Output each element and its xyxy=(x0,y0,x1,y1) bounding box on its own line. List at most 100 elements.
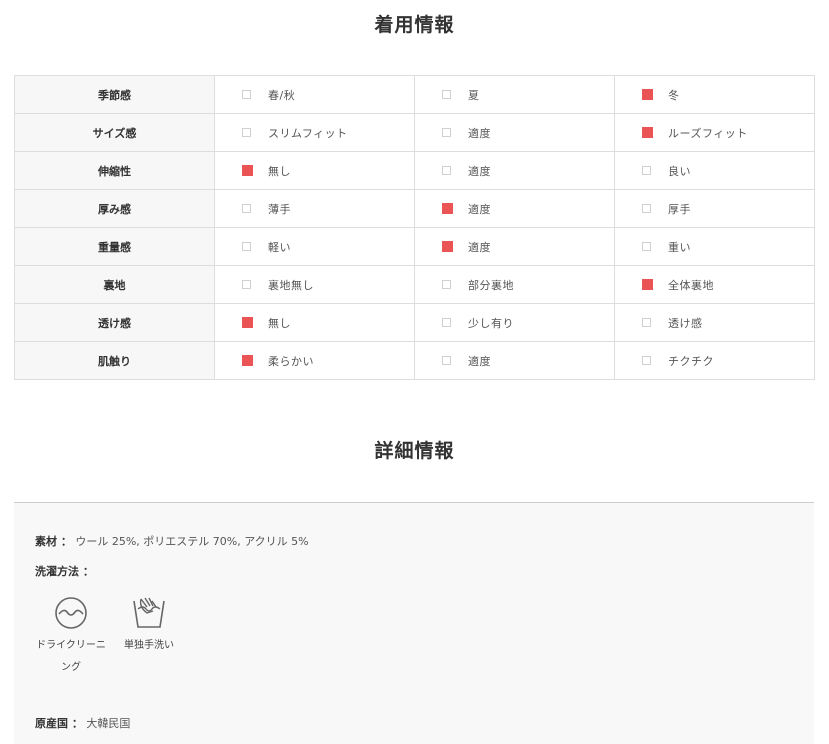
wear-option-cell: 薄手 xyxy=(214,189,415,228)
wear-option-label: スリムフィット xyxy=(268,126,348,140)
wear-option-label: 良い xyxy=(668,164,691,178)
wear-info-table: 季節感 春/秋夏冬サイズ感 スリムフィット 適度 ルーズフィット 伸縮性 無し 適度 良い 厚み感… xyxy=(14,75,815,380)
wear-option-cell: 適度 xyxy=(414,189,615,228)
material-row: 素材 ： ウール 25%, ポリエステル 70%, アクリル 5% xyxy=(35,533,309,549)
hand-wash-icon xyxy=(109,595,189,631)
wear-option-label: 適度 xyxy=(468,126,491,140)
unchecked-box-icon xyxy=(642,166,651,175)
dry-clean-label: ドライクリーニ xyxy=(36,640,106,651)
wear-row-label: 透け感 xyxy=(14,303,215,342)
wear-option-cell: 全体裏地 xyxy=(614,265,815,304)
dry-clean-icon xyxy=(31,595,111,631)
wear-option-label: ルーズフィット xyxy=(668,126,748,140)
wear-option-label: 裏地無し xyxy=(268,278,314,292)
unchecked-box-icon xyxy=(642,242,651,251)
checked-box-icon xyxy=(242,317,253,328)
origin-row: 原産国 ： 大韓民国 xyxy=(35,715,130,731)
unchecked-box-icon xyxy=(642,318,651,327)
wear-option-cell: 裏地無し xyxy=(214,265,415,304)
wear-option-label: 全体裏地 xyxy=(668,278,714,292)
unchecked-box-icon xyxy=(242,280,251,289)
wear-option-cell: 透け感 xyxy=(614,303,815,342)
wear-option-label: 無し xyxy=(268,164,291,178)
wear-info-row: 季節感 春/秋 夏 冬 xyxy=(14,75,815,114)
checked-box-icon xyxy=(442,241,453,252)
wear-option-label: 軽い xyxy=(268,240,291,254)
unchecked-box-icon xyxy=(442,356,451,365)
wear-option-label: 適度 xyxy=(468,202,491,216)
wear-info-row: サイズ感 スリムフィット 適度 ルーズフィット xyxy=(14,113,815,152)
wear-row-label: 重量感 xyxy=(14,227,215,266)
dry-clean-label-cont: ング xyxy=(61,662,81,673)
wear-option-cell: 柔らかい xyxy=(214,341,415,380)
wear-option-cell: スリムフィット xyxy=(214,113,415,152)
checked-box-icon xyxy=(242,165,253,176)
wear-option-cell: 少し有り xyxy=(414,303,615,342)
wear-option-cell: 春/秋 xyxy=(214,75,415,114)
wear-info-row: 伸縮性 無し 適度 良い xyxy=(14,151,815,190)
wear-option-cell: 冬 xyxy=(614,75,815,114)
wear-option-cell: 無し xyxy=(214,151,415,190)
product-info-page: 着用情報 季節感 春/秋夏冬サイズ感 スリムフィット 適度 ルーズフィット 伸縮性 無し 適度… xyxy=(0,0,829,744)
unchecked-box-icon xyxy=(442,90,451,99)
wear-option-cell: 夏 xyxy=(414,75,615,114)
wear-option-label: 冬 xyxy=(668,88,680,102)
detail-info-panel: 素材 ： ウール 25%, ポリエステル 70%, アクリル 5% 洗濯方法 ：… xyxy=(14,502,814,744)
wear-option-label: 適度 xyxy=(468,240,491,254)
unchecked-box-icon xyxy=(242,90,251,99)
wear-info-row: 重量感 軽い 適度 重い xyxy=(14,227,815,266)
wear-option-label: 夏 xyxy=(468,88,480,102)
wear-row-label: サイズ感 xyxy=(14,113,215,152)
wear-option-cell: 適度 xyxy=(414,227,615,266)
checked-box-icon xyxy=(242,355,253,366)
wear-row-label: 裏地 xyxy=(14,265,215,304)
unchecked-box-icon xyxy=(442,318,451,327)
wear-row-label: 伸縮性 xyxy=(14,151,215,190)
wear-option-label: 春/秋 xyxy=(268,88,296,102)
washing-row: 洗濯方法 ： xyxy=(35,563,94,579)
unchecked-box-icon xyxy=(242,242,251,251)
wear-info-row: 厚み感 薄手 適度 厚手 xyxy=(14,189,815,228)
wear-option-cell: 軽い xyxy=(214,227,415,266)
unchecked-box-icon xyxy=(242,204,251,213)
wear-option-cell: 適度 xyxy=(414,113,615,152)
checked-box-icon xyxy=(442,203,453,214)
origin-value: 大韓民国 xyxy=(86,717,131,730)
wear-option-cell: ルーズフィット xyxy=(614,113,815,152)
wear-option-label: 柔らかい xyxy=(268,354,314,368)
wear-info-row: 透け感 無し 少し有り 透け感 xyxy=(14,303,815,342)
checked-box-icon xyxy=(642,279,653,290)
unchecked-box-icon xyxy=(242,128,251,137)
wear-option-label: チクチク xyxy=(668,354,714,368)
wear-option-cell: 適度 xyxy=(414,151,615,190)
wear-option-cell: 厚手 xyxy=(614,189,815,228)
wash-method-dry-clean: ドライクリーニ ング xyxy=(31,595,111,679)
detail-info-title: 詳細情報 xyxy=(374,440,455,462)
wear-option-label: 厚手 xyxy=(668,202,691,216)
unchecked-box-icon xyxy=(442,128,451,137)
wear-option-label: 適度 xyxy=(468,164,491,178)
checked-box-icon xyxy=(642,127,653,138)
checked-box-icon xyxy=(642,89,653,100)
unchecked-box-icon xyxy=(642,356,651,365)
origin-label: 原産国 ： xyxy=(35,717,83,730)
wear-info-row: 裏地 裏地無し 部分裏地 全体裏地 xyxy=(14,265,815,304)
wear-option-label: 無し xyxy=(268,316,291,330)
wear-row-label: 季節感 xyxy=(14,75,215,114)
wear-option-cell: チクチク xyxy=(614,341,815,380)
wear-option-cell: 重い xyxy=(614,227,815,266)
wear-info-row: 肌触り 柔らかい 適度 チクチク xyxy=(14,341,815,380)
unchecked-box-icon xyxy=(442,280,451,289)
wear-option-cell: 適度 xyxy=(414,341,615,380)
washing-label: 洗濯方法 ： xyxy=(35,565,94,578)
unchecked-box-icon xyxy=(642,204,651,213)
wear-option-label: 透け感 xyxy=(668,316,703,330)
material-label: 素材 ： xyxy=(35,535,72,548)
wear-option-cell: 無し xyxy=(214,303,415,342)
material-value: ウール 25%, ポリエステル 70%, アクリル 5% xyxy=(75,535,309,548)
unchecked-box-icon xyxy=(442,166,451,175)
wear-option-label: 部分裏地 xyxy=(468,278,514,292)
wear-row-label: 肌触り xyxy=(14,341,215,380)
wear-option-cell: 部分裏地 xyxy=(414,265,615,304)
wear-option-label: 少し有り xyxy=(468,316,514,330)
